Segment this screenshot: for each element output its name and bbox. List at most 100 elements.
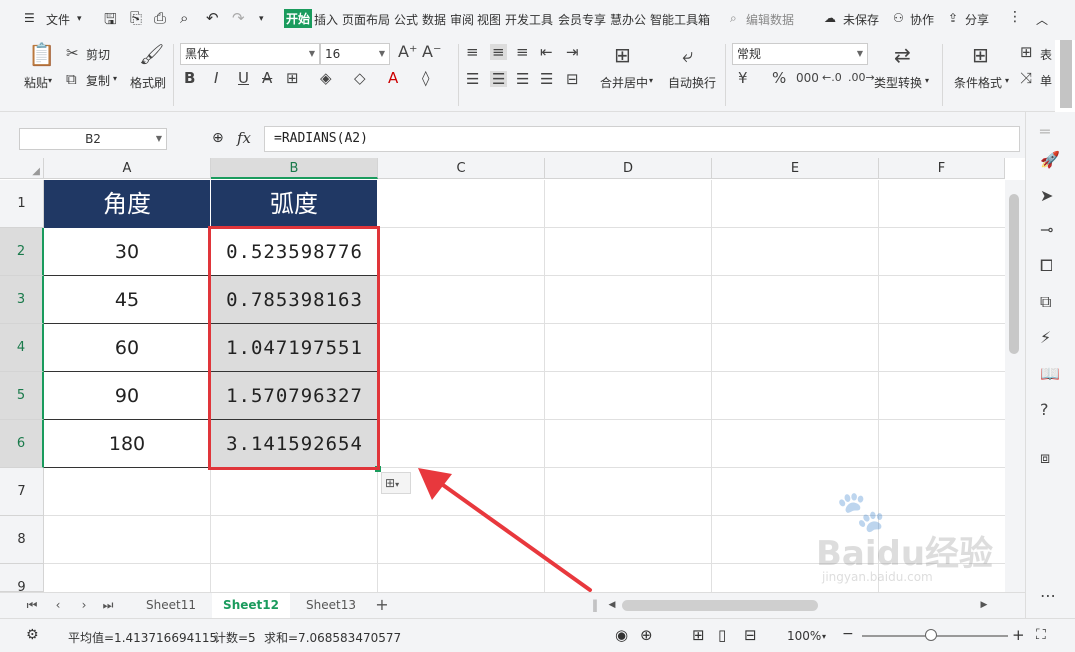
increase-font-icon[interactable]: A⁺ [398, 44, 417, 60]
collapse-ribbon-icon[interactable]: ︿ [1036, 11, 1048, 28]
distributed-icon[interactable]: ⊟ [566, 71, 579, 87]
cursor-icon[interactable]: ➤ [1040, 186, 1053, 205]
decrease-font-icon[interactable]: A⁻ [422, 44, 441, 60]
wrap-text-button[interactable]: 自动换行 [668, 74, 716, 91]
percent-icon[interactable]: % [772, 70, 786, 86]
splitter-icon[interactable]: ‖ [590, 593, 600, 619]
table-style-button[interactable]: 表 [1040, 46, 1052, 63]
tab-page-layout[interactable]: 页面布局 [342, 11, 390, 28]
bg-color-icon[interactable]: ◇ [354, 70, 366, 86]
tab-sheet11[interactable]: Sheet11 [134, 593, 208, 619]
search-box[interactable]: 编辑数据 [746, 11, 794, 28]
last-sheet-icon[interactable]: ⏭ [98, 593, 118, 619]
tab-review[interactable]: 审阅 [450, 11, 474, 28]
table-style-icon[interactable]: ⊞ [1020, 44, 1033, 60]
tab-smart-toolbox[interactable]: 智能工具箱 [650, 11, 710, 28]
align-right-icon[interactable]: ☰ [516, 71, 529, 87]
quick-access-dropdown-icon[interactable]: ▾ [259, 14, 264, 24]
bold-icon[interactable]: B [184, 70, 195, 86]
lightning-icon[interactable]: ⚡ [1040, 328, 1051, 347]
eye-protect-icon[interactable]: ◉ [615, 626, 628, 644]
ribbon-scrollbar[interactable] [1060, 40, 1072, 108]
align-top-icon[interactable]: ≡ [466, 44, 479, 60]
row-header-4[interactable]: 4 [0, 324, 44, 372]
tab-member[interactable]: 会员专享 [558, 11, 606, 28]
indent-decrease-icon[interactable]: ⇤ [540, 44, 553, 60]
underline-icon[interactable]: U [238, 70, 249, 86]
crosshair-icon[interactable]: ⊕ [640, 626, 653, 644]
border-icon[interactable]: ⊞ [286, 70, 299, 86]
menu-file[interactable]: 文件 [46, 11, 70, 28]
drag-handle-icon[interactable]: ═ [1040, 122, 1050, 141]
tab-formulas[interactable]: 公式 [394, 11, 418, 28]
print-icon[interactable]: ⎙ [154, 9, 166, 27]
merge-center-button[interactable]: 合并居中 [600, 74, 648, 91]
save-icon[interactable]: 🖫 [104, 9, 117, 34]
column-header-e[interactable]: E [712, 158, 879, 179]
first-sheet-icon[interactable]: ⏮ [22, 593, 42, 619]
row-header-2[interactable]: 2 [0, 228, 44, 276]
align-bottom-icon[interactable]: ≡ [516, 44, 529, 60]
paste-dropdown-icon[interactable]: ▾ [48, 76, 52, 85]
strikethrough-icon[interactable]: A [262, 70, 272, 86]
format-painter-button[interactable]: 格式刷 [130, 74, 166, 91]
row-header-5[interactable]: 5 [0, 372, 44, 420]
row-header-7[interactable]: 7 [0, 468, 44, 516]
merge-center-icon[interactable]: ⊞ [614, 44, 631, 66]
paste-button[interactable]: 粘贴 [24, 74, 48, 91]
page-break-view-icon[interactable]: ⊟ [744, 626, 757, 644]
wrap-text-icon[interactable]: ⤶ [682, 44, 693, 66]
select-all-corner[interactable]: ◢ [0, 158, 44, 179]
italic-icon[interactable]: I [214, 70, 218, 86]
indent-increase-icon[interactable]: ⇥ [566, 44, 579, 60]
number-format-select[interactable]: 常规 ▼ [732, 43, 868, 65]
image-icon[interactable]: ⧉ [1040, 292, 1051, 312]
zoom-formula-icon[interactable]: ⊕ [212, 130, 224, 146]
next-sheet-icon[interactable]: › [74, 593, 94, 619]
cut-icon[interactable]: ✂ [66, 45, 79, 61]
vertical-scrollbar-thumb[interactable] [1009, 194, 1019, 354]
cell-b1[interactable]: 弧度 [211, 180, 378, 228]
more-options-icon[interactable]: ⋯ [1040, 586, 1056, 605]
row-header-3[interactable]: 3 [0, 276, 44, 324]
tab-huibangong[interactable]: 慧办公 [610, 11, 646, 28]
horizontal-scrollbar-thumb[interactable] [622, 600, 818, 611]
prev-sheet-icon[interactable]: ‹ [48, 593, 68, 619]
column-header-b[interactable]: B [211, 158, 378, 179]
cell-a1[interactable]: 角度 [44, 180, 211, 228]
align-left-icon[interactable]: ☰ [466, 71, 479, 87]
macro-icon[interactable]: ⚙ [26, 627, 39, 643]
redo-icon[interactable]: ↷ [232, 9, 245, 27]
unsaved-status[interactable]: 未保存 [843, 11, 879, 28]
format-painter-icon[interactable]: 🖌 [139, 43, 164, 65]
column-header-f[interactable]: F [879, 158, 1005, 179]
conditional-format-icon[interactable]: ⊞ [972, 44, 989, 66]
font-size-select[interactable]: 16 ▼ [320, 43, 390, 65]
type-convert-dropdown-icon[interactable]: ▾ [925, 76, 929, 85]
tab-insert[interactable]: 插入 [314, 11, 338, 28]
book-search-icon[interactable]: 📖 [1040, 364, 1060, 383]
menu-hamburger-icon[interactable]: ☰ [24, 11, 35, 25]
column-header-d[interactable]: D [545, 158, 712, 179]
export-icon[interactable]: ⎘ [130, 9, 142, 27]
tab-sheet12[interactable]: Sheet12 [212, 593, 290, 619]
copy-dropdown-icon[interactable]: ▾ [113, 74, 117, 83]
tab-data[interactable]: 数据 [422, 11, 446, 28]
help-icon[interactable]: ? [1040, 400, 1049, 419]
cell-a2[interactable]: 30 [44, 228, 211, 276]
scroll-left-icon[interactable]: ◀ [606, 593, 618, 619]
fx-icon[interactable]: fx [237, 129, 251, 147]
print-preview-icon[interactable]: ⌕ [180, 9, 188, 27]
align-center-icon[interactable]: ☰ [490, 71, 508, 87]
conditional-format-button[interactable]: 条件格式 [954, 74, 1002, 91]
tab-view[interactable]: 视图 [477, 11, 501, 28]
add-sheet-icon[interactable]: + [370, 593, 394, 619]
merge-dropdown-icon[interactable]: ▾ [649, 76, 653, 85]
decrease-decimal-icon[interactable]: .00→ [848, 70, 875, 86]
row-header-1[interactable]: 1 [0, 180, 44, 228]
settings-slider-icon[interactable]: ⊸ [1040, 220, 1053, 239]
row-header-8[interactable]: 8 [0, 516, 44, 564]
cell-a4[interactable]: 60 [44, 324, 211, 372]
row-header-9[interactable]: 9 [0, 564, 44, 592]
cell-style-icon[interactable]: ⤨ [1020, 70, 1032, 86]
